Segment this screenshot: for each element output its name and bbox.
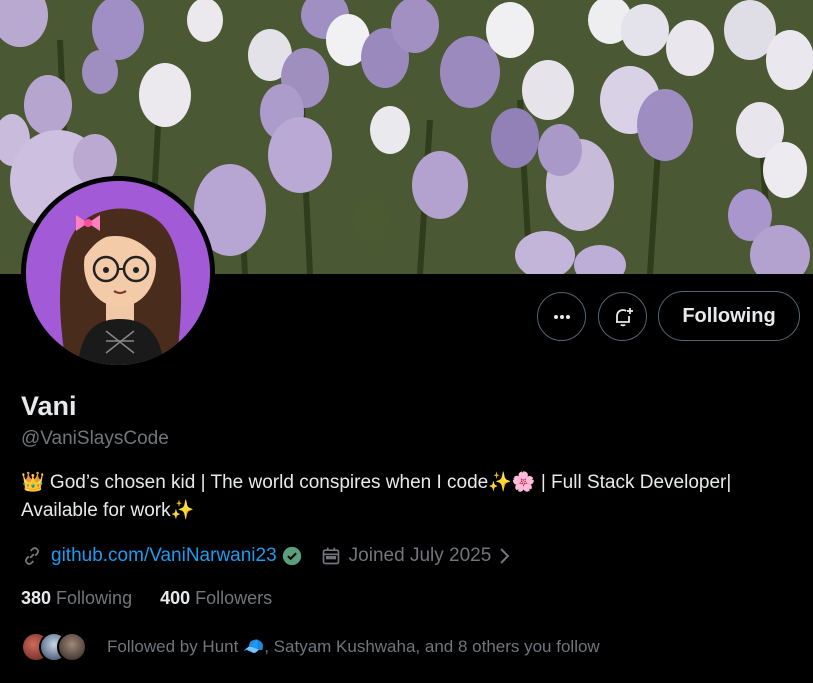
followers-label: Followers <box>195 588 273 608</box>
joined-date: Joined July 2025 <box>348 545 492 566</box>
avatar[interactable] <box>21 176 215 370</box>
link-icon <box>25 547 39 565</box>
followed-by[interactable]: Followed by Hunt 🧢, Satyam Kushwaha, and… <box>21 630 600 664</box>
profile-bio: 👑 God’s chosen kid | The world conspires… <box>21 472 732 521</box>
notification-bell-icon <box>615 307 633 326</box>
more-icon <box>553 314 570 319</box>
avatar-image <box>26 181 210 365</box>
profile-handle: @VaniSlaysCode <box>21 428 169 449</box>
website-link[interactable]: github.com/VaniNarwani23 <box>51 545 277 567</box>
followers-count: 400 <box>160 588 191 608</box>
follower-avatar <box>57 632 87 662</box>
more-button[interactable] <box>537 292 586 341</box>
follow-counts: 380 Following 400 Followers <box>21 588 272 609</box>
chevron-right-icon[interactable] <box>497 546 511 566</box>
following-count: 380 <box>21 588 52 608</box>
calendar-icon <box>322 547 340 565</box>
following-button[interactable]: Following <box>658 291 800 341</box>
following-count-link[interactable]: 380 Following <box>21 588 132 609</box>
profile-name: Vani <box>21 391 77 421</box>
followed-by-text: Followed by Hunt 🧢, Satyam Kushwaha, and… <box>107 637 600 656</box>
followers-count-link[interactable]: 400 Followers <box>160 588 272 609</box>
following-label: Following <box>56 588 133 608</box>
verified-badge-icon <box>282 546 301 566</box>
profile-meta: github.com/VaniNarwani23 Joined July 202… <box>21 541 511 571</box>
notifications-button[interactable] <box>598 292 647 341</box>
